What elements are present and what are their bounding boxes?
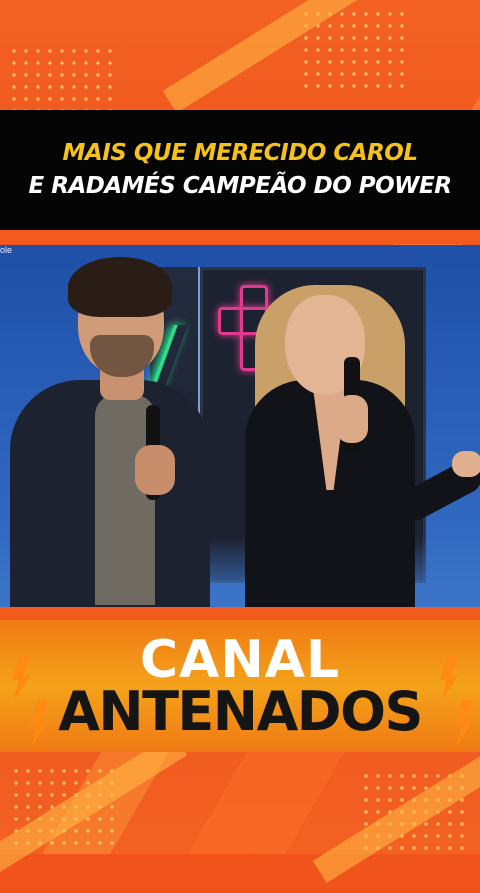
video-watermark: ole — [0, 245, 13, 255]
divider-band — [0, 230, 480, 244]
presenter-man-hair — [68, 257, 172, 317]
presenter-woman-hand — [336, 395, 368, 443]
logo-text-antenados: ANTENADOS — [58, 680, 423, 743]
headline-line-2: E RADAMÉS CAMPEÃO DO POWER — [28, 173, 452, 199]
headline-line-1: MAIS QUE MERECIDO CAROL — [62, 140, 418, 166]
divider-band — [0, 607, 480, 621]
presenter-man-hand — [135, 445, 175, 495]
presenter-woman-hand — [452, 451, 480, 477]
video-frame[interactable]: ole — [0, 245, 480, 607]
headline-banner: MAIS QUE MERECIDO CAROL E RADAMÉS CAMPEÃ… — [0, 110, 480, 230]
